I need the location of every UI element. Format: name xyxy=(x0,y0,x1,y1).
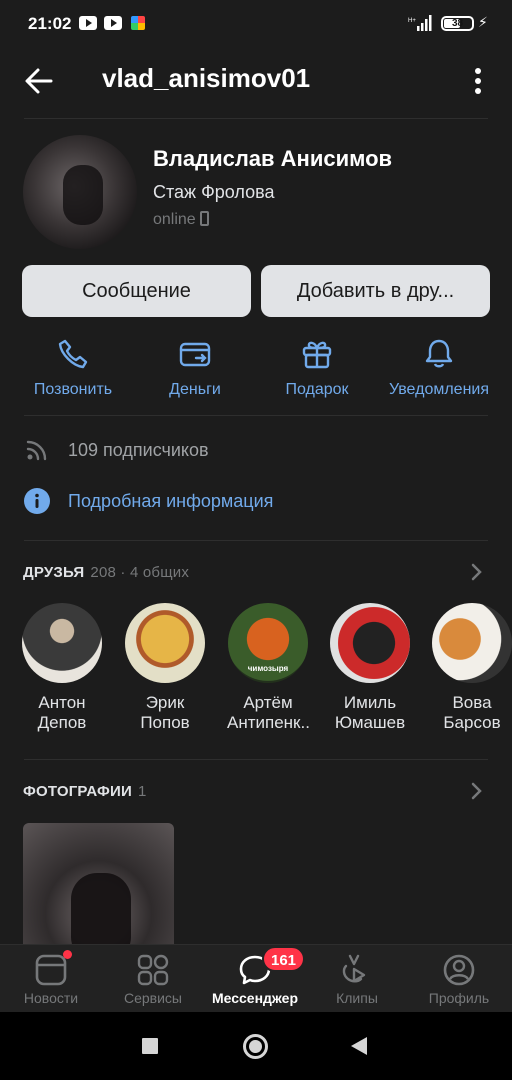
phone-icon xyxy=(58,339,88,369)
add-friend-button[interactable]: Добавить в дру... xyxy=(261,265,490,317)
messenger-unread-badge: 161 xyxy=(262,946,306,972)
friends-title: ДРУЗЬЯ xyxy=(23,564,85,581)
youtube-notification-icon xyxy=(104,16,122,30)
gift-action[interactable]: Подарок xyxy=(257,337,377,399)
friend-item[interactable]: Эрик Попов xyxy=(124,603,206,733)
call-action[interactable]: Позвонить xyxy=(13,337,133,399)
clips-icon xyxy=(342,954,366,983)
bottom-tab-bar: Новости Сервисы Мессенджер 161 Клипы Про… xyxy=(0,944,512,1012)
back-arrow-icon[interactable] xyxy=(24,66,54,96)
photos-notification-icon xyxy=(131,16,145,30)
friends-meta: 208 · 4 общих xyxy=(90,564,190,581)
profile-status: Стаж Фролова xyxy=(153,182,275,202)
tab-clips[interactable]: Клипы xyxy=(306,945,408,1013)
details-label: Подробная информация xyxy=(68,491,274,511)
header-title: vlad_anisimov01 xyxy=(102,63,311,93)
friend-name: Вова Барсов xyxy=(443,693,501,732)
signal-icon: H+ xyxy=(408,15,432,31)
message-button[interactable]: Сообщение xyxy=(22,265,251,317)
system-back-icon[interactable] xyxy=(351,1037,367,1055)
online-status: online xyxy=(153,211,209,229)
friend-item[interactable]: Имиль Юмашев xyxy=(329,603,411,733)
call-label: Позвонить xyxy=(33,381,113,398)
system-navigation-bar xyxy=(0,1012,512,1080)
photo-thumbnail[interactable] xyxy=(23,823,174,944)
friend-avatar xyxy=(432,603,512,683)
friend-name: Антон Депов xyxy=(37,693,87,732)
tab-profile-label: Профиль xyxy=(428,990,490,1006)
status-time: 21:02 xyxy=(28,14,72,33)
friend-avatar: чимозыря xyxy=(228,603,308,683)
info-icon xyxy=(24,488,50,514)
chevron-right-icon[interactable] xyxy=(470,562,484,582)
photos-title: ФОТОГРАФИИ xyxy=(23,783,132,800)
friend-avatar xyxy=(330,603,410,683)
profile-icon xyxy=(443,954,475,986)
youtube-notification-icon xyxy=(79,16,97,30)
services-icon xyxy=(137,954,169,986)
chevron-right-icon[interactable] xyxy=(470,781,484,801)
friends-section-header[interactable]: ДРУЗЬЯ 208 · 4 общих xyxy=(23,564,189,581)
friend-avatar xyxy=(125,603,205,683)
subscribers-count: 109 подписчиков xyxy=(68,440,209,460)
profile-name: Владислав Анисимов xyxy=(153,146,393,171)
news-icon xyxy=(35,954,67,986)
tab-services-label: Сервисы xyxy=(123,990,182,1006)
friend-item[interactable]: Антон Депов xyxy=(21,603,103,733)
notifications-action[interactable]: Уведомления xyxy=(379,337,499,399)
notifications-label: Уведомления xyxy=(388,381,490,398)
friend-name: Эрик Попов xyxy=(140,693,190,732)
header: vlad_anisimov01 xyxy=(0,48,512,112)
battery-icon: 38 xyxy=(441,16,474,31)
charging-icon: ⚡ xyxy=(478,14,488,30)
tab-messenger-label: Мессенджер xyxy=(211,990,299,1006)
battery-level: 38 xyxy=(451,18,464,29)
friend-name: Артём Антипенк... xyxy=(227,693,309,732)
bell-icon xyxy=(425,339,453,368)
profile-avatar[interactable] xyxy=(23,135,137,249)
rss-icon xyxy=(26,440,47,461)
friend-item[interactable]: чимозыря Артём Антипенк... xyxy=(227,603,309,733)
gift-icon xyxy=(302,341,332,369)
wallet-icon xyxy=(179,342,211,367)
avatar-caption: чимозыря xyxy=(247,664,289,673)
money-action[interactable]: Деньги xyxy=(135,337,255,399)
status-bar: 21:02 H+ 38 ⚡ xyxy=(0,0,512,48)
network-type: H+ xyxy=(408,18,416,24)
friend-avatar xyxy=(22,603,102,683)
tab-news-label: Новости xyxy=(23,990,79,1006)
divider xyxy=(24,759,488,760)
online-label: online xyxy=(153,211,196,228)
tab-news[interactable]: Новости xyxy=(0,945,102,1013)
mobile-device-icon xyxy=(199,211,209,226)
photos-section-header[interactable]: ФОТОГРАФИИ 1 xyxy=(23,783,147,800)
more-vertical-icon[interactable] xyxy=(468,66,488,96)
tab-clips-label: Клипы xyxy=(336,990,378,1006)
divider xyxy=(24,415,488,416)
friend-item[interactable]: Вова Барсов xyxy=(431,603,512,733)
home-icon[interactable] xyxy=(243,1034,268,1059)
friend-name: Имиль Юмашев xyxy=(334,693,406,732)
recent-apps-icon[interactable] xyxy=(142,1038,158,1054)
divider xyxy=(24,118,488,119)
tab-profile[interactable]: Профиль xyxy=(408,945,510,1013)
profile-content: Владислав Анисимов Стаж Фролова online С… xyxy=(0,112,512,944)
divider xyxy=(24,540,488,541)
photos-count: 1 xyxy=(137,783,147,800)
gift-label: Подарок xyxy=(285,381,349,398)
money-label: Деньги xyxy=(169,381,221,398)
tab-services[interactable]: Сервисы xyxy=(102,945,204,1013)
news-unread-dot xyxy=(63,950,72,959)
